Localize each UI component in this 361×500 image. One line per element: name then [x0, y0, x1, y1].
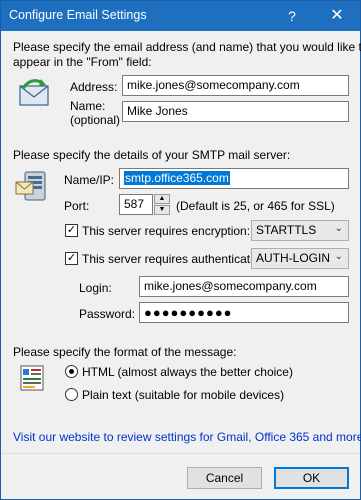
name-label: Name: — [70, 99, 106, 113]
auth-label: This server requires authentication: — [82, 252, 270, 266]
encryption-value: STARTTLS — [256, 223, 317, 237]
close-button[interactable]: ✕ — [315, 1, 359, 31]
encryption-dropdown[interactable]: STARTTLS ⌄ — [251, 220, 349, 241]
plaintext-format-label: Plain text (suitable for mobile devices) — [82, 388, 285, 402]
port-hint: (Default is 25, or 465 for SSL) — [176, 199, 335, 213]
title-bar: Configure Email Settings ? ✕ — [1, 1, 360, 31]
html-format-radio[interactable] — [65, 365, 78, 378]
cancel-button[interactable]: Cancel — [187, 467, 262, 489]
from-intro-line2: appear in the "From" field: — [13, 55, 152, 69]
nameip-label: Name/IP: — [64, 173, 115, 187]
nameip-field[interactable]: smtp.office365.com — [119, 168, 349, 189]
footer-divider — [2, 453, 359, 454]
dialog-window: Configure Email Settings ? ✕ Please spec… — [0, 0, 361, 500]
login-value: mike.jones@somecompany.com — [144, 279, 317, 293]
login-label: Login: — [79, 281, 112, 295]
auth-value: AUTH-LOGIN — [256, 251, 331, 265]
nameip-value: smtp.office365.com — [124, 171, 230, 185]
address-label: Address: — [70, 80, 118, 94]
encryption-label: This server requires encryption: — [82, 224, 251, 238]
html-format-label: HTML (almost always the better choice) — [82, 365, 293, 379]
address-value: mike.jones@somecompany.com — [127, 78, 300, 92]
ok-button[interactable]: OK — [274, 467, 349, 489]
website-link[interactable]: Visit our website to review settings for… — [13, 430, 361, 444]
plaintext-format-radio[interactable] — [65, 388, 78, 401]
help-button[interactable]: ? — [270, 1, 314, 31]
window-title: Configure Email Settings — [9, 8, 147, 22]
name-optional-label: (optional) — [70, 113, 121, 127]
email-envelope-icon — [19, 79, 49, 106]
chevron-down-icon: ⌄ — [334, 251, 343, 262]
port-spin-up[interactable]: ▲ — [154, 194, 170, 204]
login-field[interactable]: mike.jones@somecompany.com — [139, 276, 349, 297]
radio-selected-dot — [69, 369, 74, 374]
name-field[interactable]: Mike Jones — [122, 101, 349, 122]
port-label: Port: — [64, 199, 90, 213]
smtp-intro: Please specify the details of your SMTP … — [13, 148, 291, 162]
document-format-icon — [20, 365, 44, 391]
port-field[interactable]: 587 — [119, 194, 153, 215]
password-field[interactable]: ●●●●●●●●●● — [139, 302, 349, 323]
port-spin-down[interactable]: ▼ — [154, 205, 170, 215]
name-value: Mike Jones — [127, 104, 188, 118]
encryption-checkbox[interactable]: ✓ — [65, 224, 78, 237]
format-intro: Please specify the format of the message… — [13, 345, 237, 359]
password-label: Password: — [79, 307, 136, 321]
address-field[interactable]: mike.jones@somecompany.com — [122, 75, 349, 96]
port-value: 587 — [124, 197, 145, 211]
auth-dropdown[interactable]: AUTH-LOGIN ⌄ — [251, 248, 349, 269]
password-mask: ●●●●●●●●●● — [144, 305, 233, 320]
chevron-down-icon: ⌄ — [334, 223, 343, 234]
server-icon — [15, 171, 46, 201]
auth-checkbox[interactable]: ✓ — [65, 252, 78, 265]
from-intro-line1: Please specify the email address (and na… — [13, 40, 361, 54]
